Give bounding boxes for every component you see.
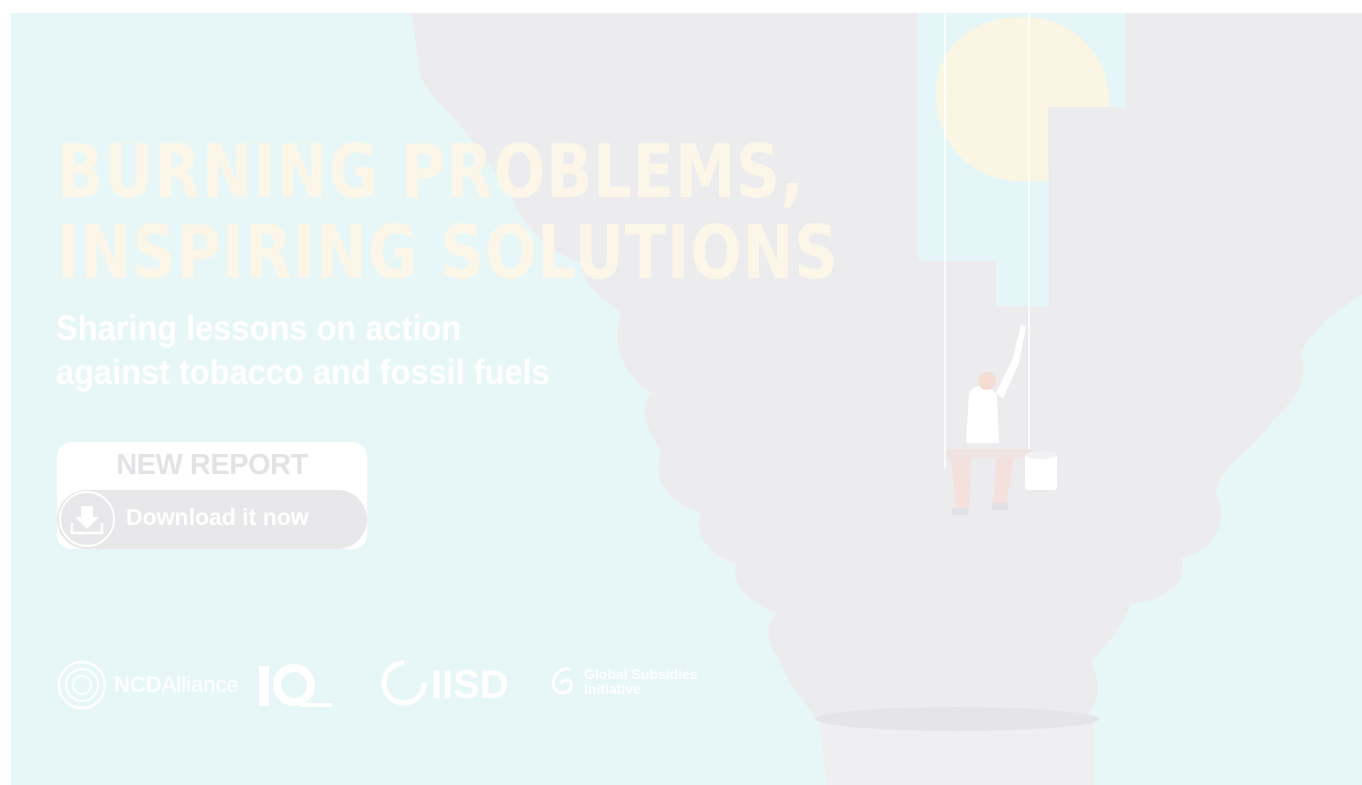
subheadline-line-1: Sharing lessons on action <box>56 309 462 348</box>
smoke-cloud <box>411 13 1362 725</box>
painted-panel-3 <box>996 167 1049 306</box>
download-button[interactable]: Download it now <box>57 490 367 549</box>
paint-bucket <box>1025 451 1057 490</box>
report-banner[interactable]: BURNING PROBLEMS, INSPIRING SOLUTIONS Sh… <box>11 13 1362 785</box>
headline-line-2: INSPIRING SOLUTIONS <box>57 210 839 296</box>
new-report-card[interactable]: NEW REPORT Download it now <box>57 442 367 549</box>
headline-line-1: BURNING PROBLEMS, <box>57 129 805 215</box>
smoke-stack-rim <box>815 707 1099 731</box>
download-icon <box>59 491 115 547</box>
subheadline-line-2: against tobacco and fossil fuels <box>56 353 550 392</box>
download-button-label: Download it now <box>126 504 309 530</box>
new-report-label: NEW REPORT <box>116 449 308 481</box>
